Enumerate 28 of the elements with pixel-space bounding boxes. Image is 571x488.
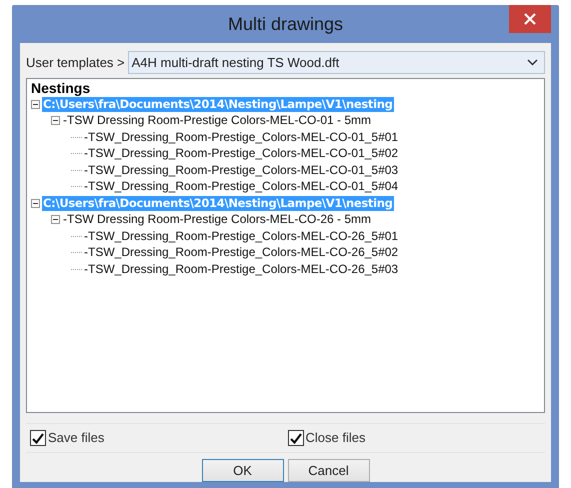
tree-item[interactable]: -TSW_Dressing_Room-Prestige_Colors-MEL-CO-26_5#03 xyxy=(83,262,400,277)
checkmark-icon xyxy=(32,432,44,444)
ok-button[interactable]: OK xyxy=(202,459,284,482)
window-title: Multi drawings xyxy=(228,12,344,36)
template-dropdown[interactable]: A4H multi-draft nesting TS Wood.dft xyxy=(128,51,545,74)
tree-item[interactable]: -TSW Dressing Room-Prestige Colors-MEL-CO-01 - 5mm xyxy=(62,113,372,128)
cancel-button[interactable]: Cancel xyxy=(288,459,370,482)
checkbox-option[interactable]: Close files xyxy=(288,428,545,448)
checkbox[interactable] xyxy=(288,430,304,446)
checkmark-icon xyxy=(290,432,302,444)
tree-item[interactable]: -TSW_Dressing_Room-Prestige_Colors-MEL-CO-01_5#01 xyxy=(83,130,400,145)
tree-item[interactable]: -TSW_Dressing_Room-Prestige_Colors-MEL-CO-26_5#02 xyxy=(83,245,400,260)
tree-item[interactable]: -TSW Dressing Room-Prestige Colors-MEL-CO-26 - 5mm xyxy=(62,212,372,228)
close-button[interactable] xyxy=(509,5,551,33)
collapse-icon[interactable] xyxy=(31,198,40,208)
tree-heading: Nestings xyxy=(31,81,90,96)
tree-item[interactable]: -TSW_Dressing_Room-Prestige_Colors-MEL-CO-01_5#03 xyxy=(83,162,400,178)
checkbox-option[interactable]: Save files xyxy=(30,428,288,448)
close-icon xyxy=(524,13,536,25)
checkbox[interactable] xyxy=(30,430,46,446)
chevron-down-icon xyxy=(527,59,538,66)
template-label: User templates > xyxy=(26,54,125,72)
tree-item[interactable]: -TSW_Dressing_Room-Prestige_Colors-MEL-CO-01_5#02 xyxy=(83,146,400,162)
collapse-icon[interactable] xyxy=(51,116,60,126)
tree-item[interactable]: -TSW_Dressing_Room-Prestige_Colors-MEL-CO-01_5#04 xyxy=(83,179,400,194)
collapse-icon[interactable] xyxy=(31,100,40,109)
tree-item[interactable]: -TSW_Dressing_Room-Prestige_Colors-MEL-CO-26_5#01 xyxy=(83,228,400,244)
collapse-icon[interactable] xyxy=(51,215,60,224)
